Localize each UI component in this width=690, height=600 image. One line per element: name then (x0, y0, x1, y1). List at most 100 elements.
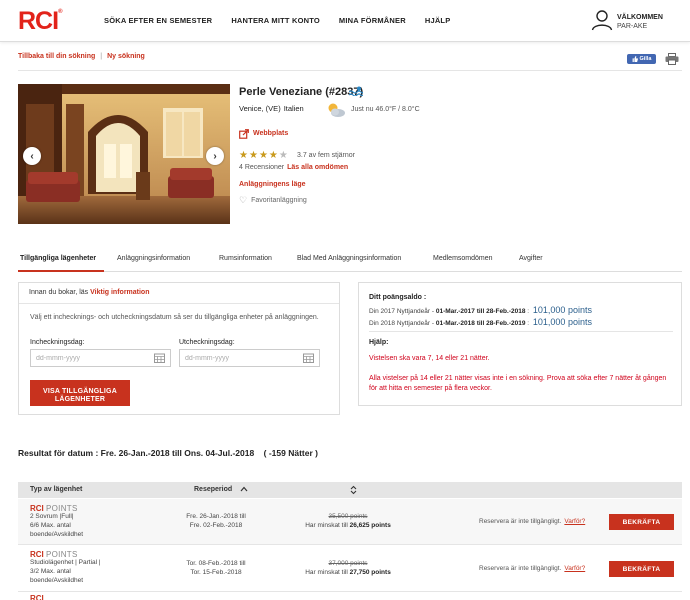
why-link[interactable]: Varför? (564, 518, 585, 525)
period-to: Tor. 15-Feb.-2018 (190, 569, 242, 576)
separator: : (527, 308, 530, 315)
rci-logo[interactable]: RCI® (18, 7, 63, 36)
why-link[interactable]: Varför? (564, 565, 585, 572)
confirm-button[interactable]: BEKRÄFTA (609, 561, 674, 577)
calendar-icon[interactable] (154, 353, 165, 363)
tab-member-reviews[interactable]: Medlemsomdömen (433, 255, 493, 262)
nav-my-benefits[interactable]: MINA FÖRMÅNER (339, 16, 406, 25)
chevron-left-icon: ‹ (30, 150, 34, 162)
resort-tabs: Tillgängliga lägenheter Anläggningsinfor… (18, 246, 682, 272)
review-count: 4 Recensioner (239, 164, 285, 171)
favorite-button[interactable]: ♡ Favoritanläggning (239, 195, 307, 206)
sort-icon[interactable] (350, 485, 357, 495)
username: PAR-AKE (617, 23, 648, 30)
nav-manage-account[interactable]: HANTERA MITT KONTO (231, 16, 320, 25)
user-icon[interactable] (591, 9, 613, 31)
reduced-label: Har minskat till (305, 522, 348, 529)
photo-prev-button[interactable]: ‹ (23, 147, 41, 165)
original-points: 35,500 points (328, 513, 368, 520)
active-tab-indicator (18, 270, 104, 272)
points-row-2017: Din 2017 Nyttjandeår - 01-Mar.-2017 till… (369, 305, 592, 315)
resort-country: Italien (283, 104, 304, 113)
help-message-1: Vistelsen ska vara 7, 14 eller 21 nätter… (369, 355, 490, 362)
unit-type: Studiolägenhet | Partial | (30, 559, 101, 566)
resort-name: Perle Veneziane (#2837) (239, 86, 364, 98)
favorite-label: Favoritanläggning (251, 197, 307, 204)
site-header: RCI® SÖKA EFTER EN SEMESTER HANTERA MITT… (0, 0, 690, 42)
travel-period: Fre. 26-Jan.-2018 till Fre. 02-Feb.-2018 (168, 512, 264, 530)
important-info-notice: Innan du bokar, läs Viktig information (19, 283, 339, 304)
rating-text: 3.7 av fem stjärnor (297, 152, 355, 159)
notice-text: Innan du bokar, läs (29, 289, 89, 296)
sort-up-icon[interactable] (240, 486, 248, 492)
important-info-link[interactable]: Viktig information (90, 289, 149, 296)
unit-capacity: 3/2 Max. antal (30, 568, 71, 575)
reserve-unavailable: Reservera är inte tillgängligt. (479, 518, 562, 525)
rci-points-logo: RCI (30, 594, 44, 600)
travel-period: Tor. 08-Feb.-2018 till Tor. 15-Feb.-2018 (168, 559, 264, 577)
separator: : (527, 320, 530, 327)
website-link[interactable]: Webbplats (253, 130, 288, 137)
confirm-button[interactable]: BEKRÄFTA (609, 514, 674, 530)
read-all-reviews-link[interactable]: Läs alla omdömen (287, 164, 348, 171)
table-row: RCI POINTS Studiolägenhet | Partial | 3/… (18, 546, 682, 592)
tab-fees[interactable]: Avgifter (519, 255, 543, 262)
resort-room-image (18, 84, 230, 224)
chevron-right-icon: › (213, 150, 217, 162)
reviews-line: 4 Recensioner Läs alla omdömen (239, 164, 348, 171)
points-value: 101,000 points (532, 317, 592, 327)
new-search-link[interactable]: Ny sökning (107, 53, 145, 60)
original-points: 37,000 points (328, 560, 368, 567)
facebook-like-button[interactable]: Gilla (627, 54, 656, 64)
welcome-label: VÄLKOMMEN (617, 14, 663, 21)
tab-resort-sheet[interactable]: Blad Med Anläggningsinformation (297, 255, 401, 262)
reduced-label: Har minskat till (305, 569, 348, 576)
photo-next-button[interactable]: › (206, 147, 224, 165)
calendar-icon[interactable] (303, 353, 314, 363)
col-travel-period[interactable]: Reseperiod (194, 486, 232, 493)
help-title: Hjälp: (369, 339, 389, 346)
like-label: Gilla (639, 56, 652, 62)
nav-help[interactable]: HJÄLP (425, 16, 451, 25)
col-unit-type[interactable]: Typ av lägenhet (30, 486, 82, 493)
external-link-icon (239, 129, 249, 139)
checkout-date-input[interactable] (179, 349, 320, 367)
breadcrumb-separator: | (100, 53, 103, 60)
results-table-header: Typ av lägenhet Reseperiod (18, 482, 682, 498)
reserve-status: Reservera är inte tillgängligt. Varför? (479, 565, 585, 572)
welcome-block[interactable]: VÄLKOMMEN PAR-AKE (617, 13, 663, 31)
unit-type: 2 Sovrum |Full| (30, 513, 74, 520)
checkin-label: Incheckningsdag: (30, 339, 85, 346)
period-to: Fre. 02-Feb.-2018 (189, 522, 243, 529)
tab-available-units[interactable]: Tillgängliga lägenheter (20, 255, 96, 262)
main-nav: SÖKA EFTER EN SEMESTER HANTERA MITT KONT… (104, 16, 450, 25)
checkin-date-input[interactable] (30, 349, 171, 367)
star-icon: ★ (248, 150, 258, 161)
thumbs-up-icon (632, 56, 638, 62)
resort-city: Venice, (VE) (239, 104, 281, 113)
star-icon: ★ (278, 150, 288, 161)
unit-privacy: boende/Avskildhet (30, 531, 84, 538)
rci-points-logo: RCI POINTS (30, 504, 78, 513)
nav-search-vacation[interactable]: SÖKA EFTER EN SEMESTER (104, 16, 212, 25)
unit-privacy: boende/Avskildhet (30, 577, 84, 584)
help-message-2: Alla vistelser på 14 eller 21 nätter vis… (369, 375, 667, 392)
results-heading: Resultat för datum : Fre. 26-Jan.-2018 t… (18, 448, 318, 458)
print-icon[interactable] (665, 53, 679, 65)
tab-resort-info[interactable]: Anläggningsinformation (117, 255, 190, 262)
heart-icon: ♡ (239, 195, 248, 205)
beach-icon (349, 86, 363, 96)
tab-room-info[interactable]: Rumsinformation (219, 255, 272, 262)
checkout-label: Utcheckningsdag: (179, 339, 235, 346)
show-available-units-button[interactable]: VISA TILLGÄNGLIGA LÄGENHETER (30, 380, 130, 406)
resort-photo[interactable] (18, 84, 230, 224)
period-from: Fre. 26-Jan.-2018 till (186, 513, 246, 520)
back-to-search-link[interactable]: Tillbaka till din sökning (18, 53, 95, 60)
star-rating: ★ ★ ★ ★ ★ (239, 151, 288, 161)
star-icon: ★ (258, 150, 268, 161)
use-year-range: 01-Mar.-2018 till 28-Feb.-2019 (435, 320, 526, 327)
use-year-range: 01-Mar.-2017 till 28-Feb.-2018 (435, 308, 526, 315)
reduced-points: 26,625 points (349, 522, 391, 529)
resort-location-link[interactable]: Anläggningens läge (239, 181, 306, 188)
use-year-label: Din 2017 Nyttjandeår - (369, 308, 435, 315)
